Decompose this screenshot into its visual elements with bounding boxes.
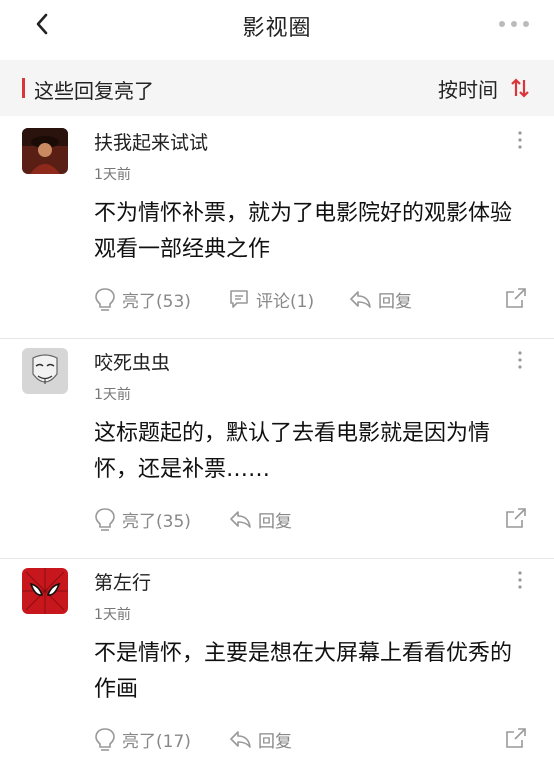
reply-label: 回复 xyxy=(258,511,292,532)
section-header: 这些回复亮了 按时间 xyxy=(0,60,554,116)
username[interactable]: 咬死虫虫 xyxy=(94,348,170,375)
share-button[interactable] xyxy=(504,726,528,754)
comment-menu-button[interactable] xyxy=(512,128,528,152)
comment-item: 咬死虫虫 1天前 这标题起的，默认了去看电影就是因为情怀，还是补票…… 亮了(3… xyxy=(0,338,554,559)
mask-avatar-icon xyxy=(22,348,68,394)
like-button[interactable]: 亮了(53) xyxy=(94,284,191,314)
like-count-label: 亮了(53) xyxy=(122,291,191,312)
lightbulb-icon xyxy=(95,728,115,751)
section-title: 这些回复亮了 xyxy=(34,79,154,103)
reply-label: 回复 xyxy=(258,731,292,752)
like-button[interactable]: 亮了(35) xyxy=(94,504,191,534)
timestamp: 1天前 xyxy=(94,387,131,403)
timestamp: 1天前 xyxy=(94,167,131,183)
sort-arrows-icon xyxy=(510,77,530,99)
avatar[interactable] xyxy=(22,348,68,394)
share-button[interactable] xyxy=(504,506,528,534)
vertical-dots-icon xyxy=(518,351,522,369)
comment-bubble-icon xyxy=(230,290,248,308)
share-icon xyxy=(506,728,526,748)
like-count-label: 亮了(17) xyxy=(122,731,191,752)
reply-arrow-icon xyxy=(230,511,251,528)
share-icon xyxy=(506,288,526,308)
vertical-dots-icon xyxy=(518,571,522,589)
lightbulb-icon xyxy=(95,508,115,531)
like-count-label: 亮了(35) xyxy=(122,511,191,532)
comment-actions: 亮了(17) 回复 xyxy=(94,724,534,754)
reply-button[interactable]: 回复 xyxy=(348,284,412,314)
comment-button[interactable]: 评论(1) xyxy=(228,284,314,314)
comment-item: 第左行 1天前 不是情怀，主要是想在大屏幕上看看优秀的作画 亮了(17) 回复 xyxy=(0,558,554,767)
comment-menu-button[interactable] xyxy=(512,348,528,372)
comment-actions: 亮了(35) 回复 xyxy=(94,504,534,534)
like-button[interactable]: 亮了(17) xyxy=(94,724,191,754)
avatar[interactable] xyxy=(22,568,68,614)
timestamp: 1天前 xyxy=(94,607,131,623)
comment-menu-button[interactable] xyxy=(512,568,528,592)
comment-actions: 亮了(53) 评论(1) 回复 xyxy=(94,284,534,314)
comment-item: 扶我起来试试 1天前 不为情怀补票，就为了电影院好的观影体验观看一部经典之作 亮… xyxy=(0,118,554,339)
top-bar: 影视圈 xyxy=(0,0,554,52)
comment-count-label: 评论(1) xyxy=(256,291,315,312)
share-button[interactable] xyxy=(504,286,528,314)
page-title: 影视圈 xyxy=(242,16,312,41)
reply-button[interactable]: 回复 xyxy=(228,504,292,534)
reply-label: 回复 xyxy=(378,291,412,312)
reply-arrow-icon xyxy=(230,731,251,748)
comment-text: 不是情怀，主要是想在大屏幕上看看优秀的作画 xyxy=(94,641,513,702)
username[interactable]: 扶我起来试试 xyxy=(94,128,208,155)
reply-arrow-icon xyxy=(350,291,371,308)
section-accent-mark xyxy=(22,78,25,98)
sort-label: 按时间 xyxy=(438,77,498,102)
username[interactable]: 第左行 xyxy=(94,568,151,595)
avatar[interactable] xyxy=(22,128,68,174)
spiderman-avatar-icon xyxy=(22,568,68,614)
comment-text: 这标题起的，默认了去看电影就是因为情怀，还是补票…… xyxy=(94,421,491,482)
share-icon xyxy=(506,508,526,528)
more-dots-icon xyxy=(499,21,529,27)
vertical-dots-icon xyxy=(518,131,522,149)
lightbulb-icon xyxy=(95,288,115,311)
person-photo-avatar-icon xyxy=(22,128,68,174)
reply-button[interactable]: 回复 xyxy=(228,724,292,754)
comment-text: 不为情怀补票，就为了电影院好的观影体验观看一部经典之作 xyxy=(94,201,513,262)
sort-by-time-button[interactable]: 按时间 xyxy=(438,74,530,102)
more-options-button[interactable] xyxy=(494,12,534,36)
